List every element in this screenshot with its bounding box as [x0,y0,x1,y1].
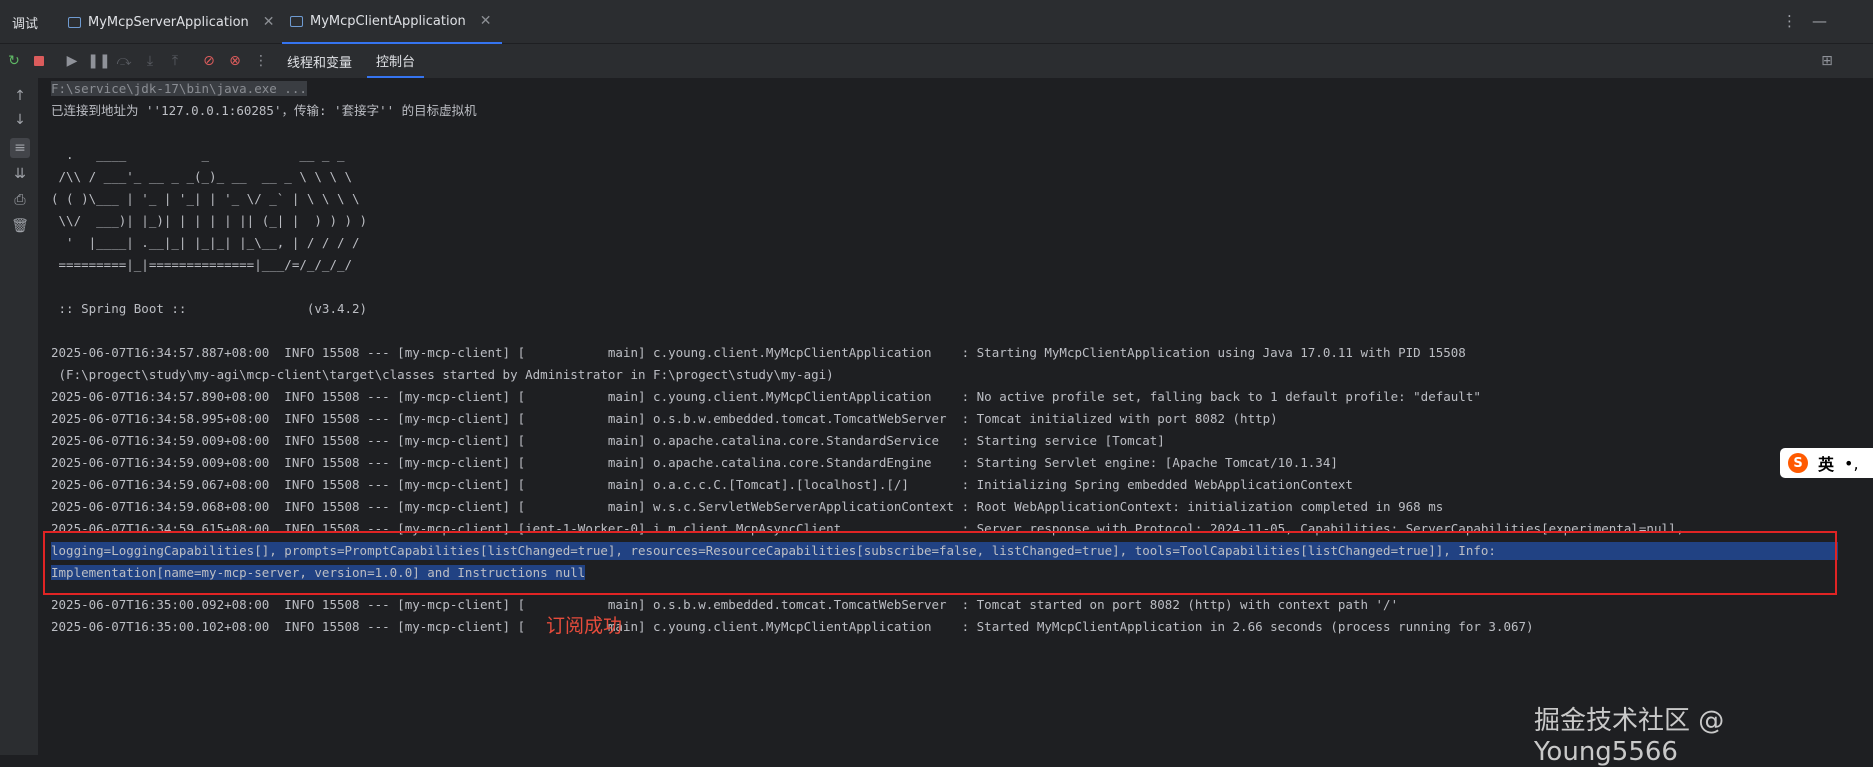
console-line: F:\service\jdk-17\bin\java.exe ... [51,81,307,96]
layout-icon[interactable]: ⊞ [1818,52,1836,70]
highlight-box [43,531,1837,595]
down-arrow-icon[interactable]: ↓ [10,110,30,130]
console-line: /\\ / ___'_ __ _ _(_)_ __ __ _ \ \ \ \ [51,169,353,184]
scroll-to-end-icon[interactable]: ⇊ [10,164,30,184]
close-icon[interactable]: ✕ [480,13,492,29]
view-breakpoints-icon[interactable]: ⊘ [200,52,218,70]
console-line: ( ( )\___ | '_ | '_| | '_ \/ _` | \ \ \ … [51,191,360,206]
trash-icon[interactable]: 🗑 [10,216,30,236]
console-line: 2025-06-07T16:35:00.102+08:00 INFO 15508… [51,619,1534,634]
tab-server-application[interactable]: MyMcpServerApplication ✕ [68,0,275,44]
rerun-icon[interactable]: ↻ [5,52,23,70]
console-line: 2025-06-07T16:34:58.995+08:00 INFO 15508… [51,411,1278,426]
punctuation-icon: •, [1844,453,1859,473]
more-options-icon[interactable]: ⋮ [1782,12,1797,30]
console-line: 2025-06-07T16:34:57.890+08:00 INFO 15508… [51,389,1481,404]
console-line: (F:\progect\study\my-agi\mcp-client\targ… [51,367,834,382]
console-sidebar: ↑ ↓ ≡ ⇊ ⎙ 🗑 [0,78,38,755]
soft-wrap-icon[interactable]: ≡ [10,138,30,158]
app-icon [68,16,81,28]
resume-icon[interactable]: ▶ [63,52,81,70]
console-line: 已连接到地址为 ''127.0.0.1:60285'，传输: '套接字'' 的目… [51,103,477,118]
mute-breakpoints-icon[interactable]: ⊗ [226,52,244,70]
console-line: 2025-06-07T16:34:59.009+08:00 INFO 15508… [51,455,1338,470]
tool-window-header: 调试 MyMcpServerApplication ✕ MyMcpClientA… [0,0,1873,44]
sogou-logo-icon: S [1788,453,1808,473]
console-line: 2025-06-07T16:34:59.067+08:00 INFO 15508… [51,477,1353,492]
step-out-icon[interactable]: ⤒ [166,52,184,70]
console-line: 2025-06-07T16:35:00.092+08:00 INFO 15508… [51,597,1399,612]
app-icon [290,15,303,27]
console-line: :: Spring Boot :: (v3.4.2) [51,301,368,316]
ime-indicator[interactable]: S 英 •, [1780,448,1873,478]
stop-icon[interactable] [30,52,48,70]
more-icon[interactable]: ⋮ [252,52,270,70]
ime-mode-label: 英 [1818,455,1835,474]
console-line: ' |____| .__|_| |_|_| |_\__, | / / / / [51,235,360,250]
console-line: =========|_|==============|___/=/_/_/_/ [51,257,353,272]
console-line: . ____ _ __ _ _ [51,147,345,162]
pause-icon[interactable]: ❚❚ [87,52,110,70]
print-icon[interactable]: ⎙ [10,190,30,210]
console-line: \\/ ___)| |_)| | | | | || (_| | ) ) ) ) [51,213,368,228]
tab-label: MyMcpServerApplication [88,14,249,30]
tab-label: MyMcpClientApplication [310,13,466,29]
tab-threads-variables[interactable]: 线程和变量 [287,44,352,78]
step-into-icon[interactable]: ⤓ [141,52,159,70]
up-arrow-icon[interactable]: ↑ [10,86,30,106]
step-over-icon[interactable]: ⤼ [115,52,133,70]
subscribe-success-annotation: 订阅成功 [546,615,623,637]
close-icon[interactable]: ✕ [263,14,275,30]
console-line: 2025-06-07T16:34:59.009+08:00 INFO 15508… [51,433,1165,448]
tab-client-application[interactable]: MyMcpClientApplication ✕ [282,0,502,44]
console-line: 2025-06-07T16:34:57.887+08:00 INFO 15508… [51,345,1466,360]
tab-console[interactable]: 控制台 [367,44,425,78]
minimize-icon[interactable]: — [1812,12,1827,30]
debug-title: 调试 [12,17,39,32]
console-line: 2025-06-07T16:34:59.068+08:00 INFO 15508… [51,499,1444,514]
watermark: 掘金技术社区 @ Young5566 [1534,706,1725,767]
debug-toolbar: ↻ ▶ ❚❚ ⤼ ⤓ ⤒ ⊘ ⊗ ⋮ ⊞ [0,44,1873,78]
